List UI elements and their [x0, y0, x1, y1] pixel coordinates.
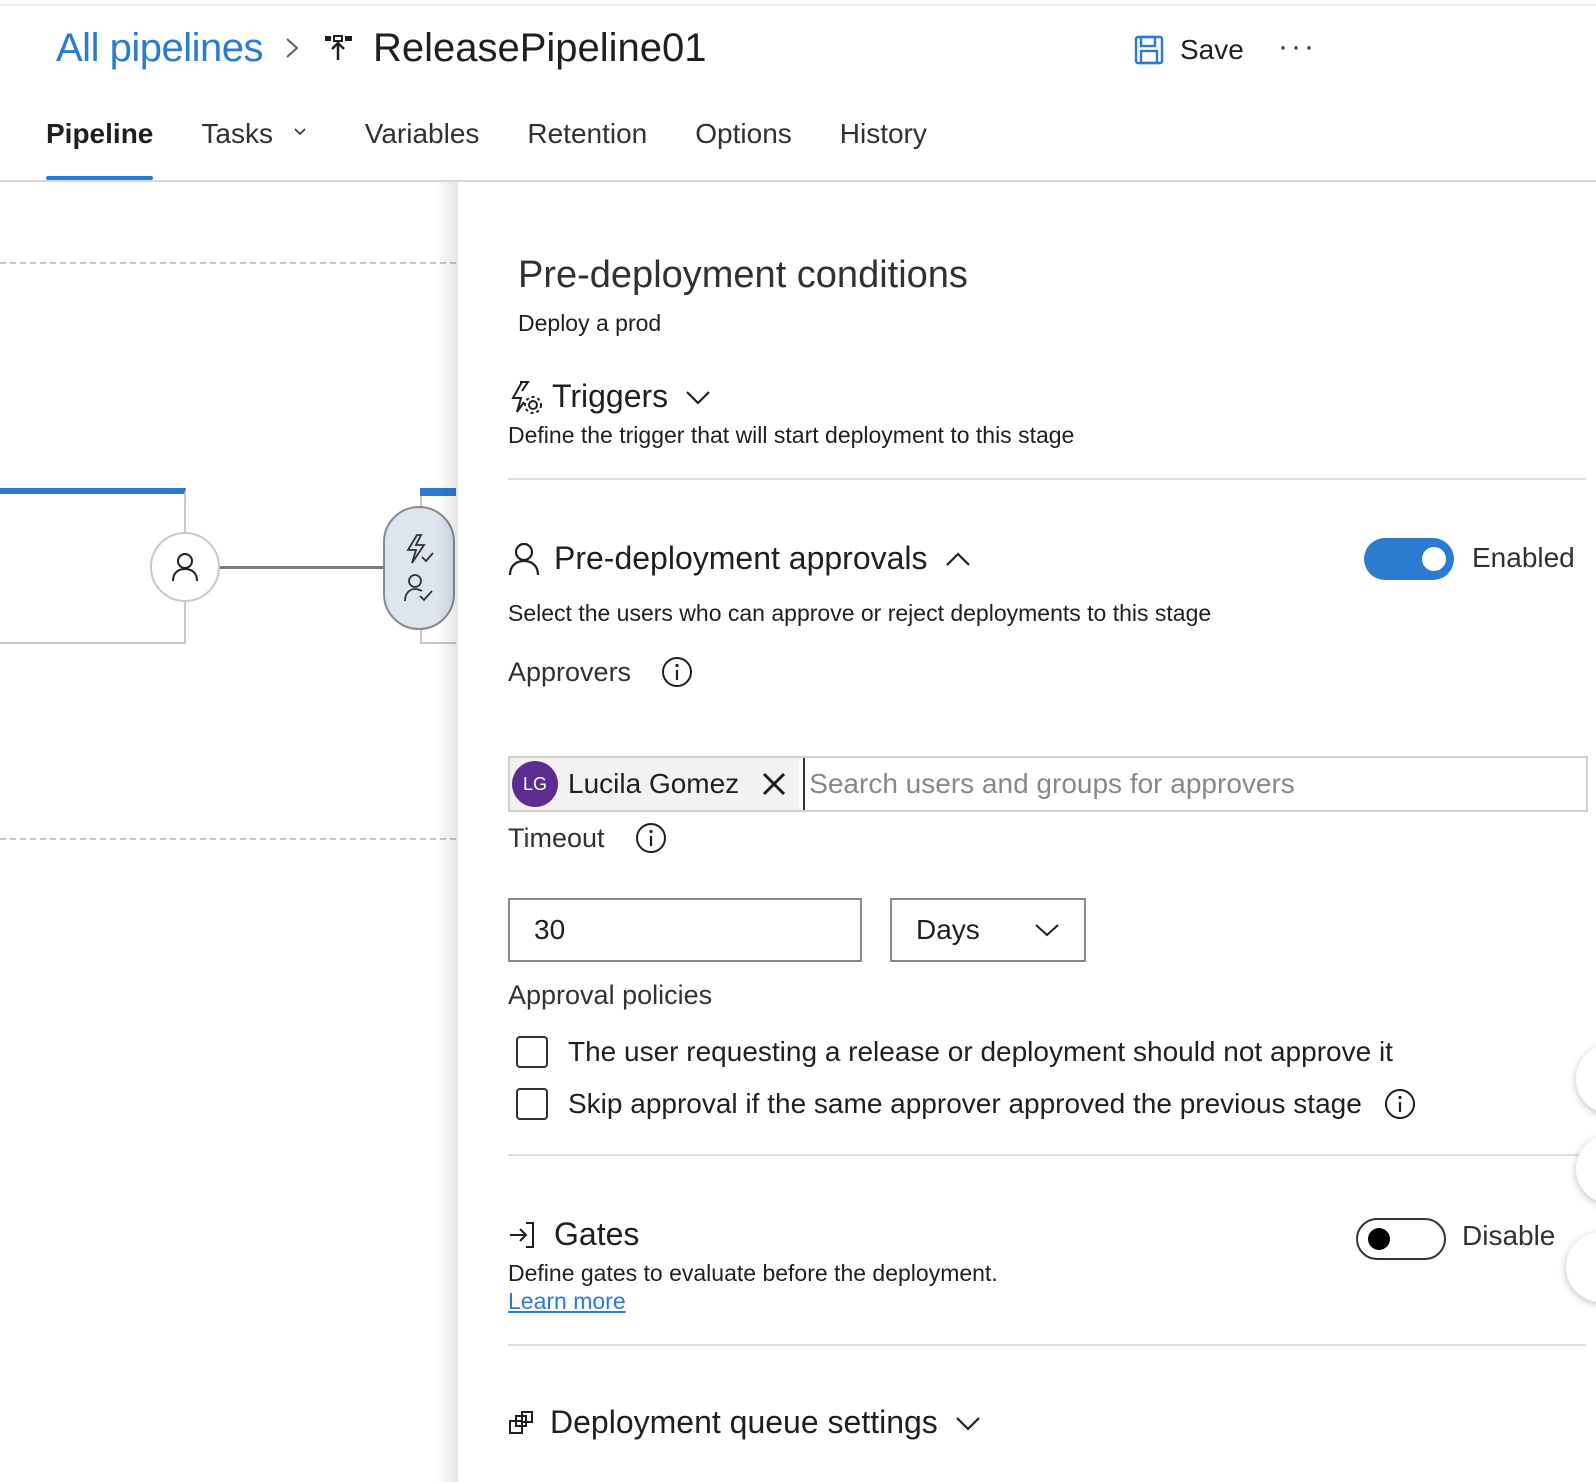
info-icon[interactable]	[635, 822, 667, 854]
tab-label: Variables	[364, 118, 480, 149]
dashed-divider	[0, 262, 456, 264]
approvals-description: Select the users who can approve or reje…	[508, 600, 1212, 626]
pre-deployment-panel: Pre-deployment conditions Deploy a prod …	[458, 182, 1596, 1482]
policy-row: Skip approval if the same approver appro…	[516, 1088, 1416, 1120]
pipeline-title: ReleasePipeline01	[372, 25, 707, 70]
person-icon	[172, 553, 198, 582]
tab-label: Pipeline	[46, 118, 154, 149]
tab-label: History	[839, 118, 927, 149]
tab-options[interactable]: Options	[695, 118, 792, 180]
policy-label: The user requesting a release or deploym…	[568, 1036, 1393, 1067]
avatar: LG	[512, 761, 558, 807]
approvals-title: Pre-deployment approvals	[554, 540, 928, 576]
tab-label: Options	[695, 118, 792, 149]
lightning-check-icon	[406, 534, 434, 564]
gates-title: Gates	[554, 1216, 640, 1252]
approvers-label: Approvers	[508, 656, 693, 688]
close-icon[interactable]	[761, 771, 787, 797]
section-divider	[508, 478, 1586, 480]
tab-bar: Pipeline Tasks Variables Retention Optio…	[46, 118, 975, 180]
section-divider	[508, 1154, 1586, 1156]
approver-name: Lucila Gomez	[568, 768, 740, 799]
dashed-divider	[0, 838, 456, 840]
approval-policies-label: Approval policies	[508, 980, 713, 1010]
approvals-toggle-label: Enabled	[1472, 542, 1575, 573]
chevron-right-icon	[286, 38, 299, 58]
gates-toggle[interactable]	[1356, 1218, 1446, 1260]
chevron-down-icon[interactable]	[954, 1409, 982, 1437]
info-icon[interactable]	[1384, 1088, 1416, 1120]
queue-icon	[509, 1410, 533, 1434]
stage-connector	[220, 566, 384, 569]
trigger-gear-icon	[511, 380, 542, 414]
pipeline-canvas[interactable]	[0, 182, 456, 1482]
gate-icon	[510, 1221, 534, 1248]
learn-more-link[interactable]: Learn more	[508, 1288, 626, 1315]
release-pipeline-icon	[324, 35, 352, 60]
save-label: Save	[1180, 34, 1244, 65]
panel-title: Pre-deployment conditions	[518, 254, 968, 296]
approvers-picker[interactable]: LG Lucila Gomez	[508, 756, 1588, 812]
chevron-down-icon	[1035, 924, 1059, 937]
timeout-unit-dropdown[interactable]: Days	[890, 898, 1086, 962]
triggers-description: Define the trigger that will start deplo…	[508, 422, 1075, 448]
approver-search-input[interactable]	[803, 758, 1586, 810]
top-divider	[0, 4, 1596, 6]
tab-tasks[interactable]: Tasks	[201, 118, 306, 180]
info-icon[interactable]	[661, 656, 693, 688]
person-check-icon	[404, 574, 433, 602]
triggers-title: Triggers	[552, 378, 669, 414]
tab-label: Tasks	[201, 118, 273, 149]
timeout-unit-value: Days	[916, 914, 980, 945]
tab-pipeline[interactable]: Pipeline	[46, 118, 154, 180]
post-deployment-approver-button[interactable]	[150, 532, 220, 602]
gates-description: Define gates to evaluate before the depl…	[508, 1260, 998, 1286]
tab-retention[interactable]: Retention	[527, 118, 647, 180]
person-icon	[508, 542, 540, 575]
toggle-knob	[1422, 547, 1446, 571]
panel-subtitle: Deploy a prod	[518, 310, 662, 336]
timeout-input[interactable]: 30	[508, 898, 862, 962]
tab-variables[interactable]: Variables	[365, 118, 480, 180]
save-button[interactable]: Save	[1134, 34, 1244, 66]
policy-skip-approval-checkbox[interactable]	[516, 1088, 548, 1120]
tab-label: Retention	[527, 118, 648, 149]
timeout-label: Timeout	[508, 822, 667, 854]
panel-shadow	[436, 182, 458, 1482]
section-divider	[508, 1344, 1586, 1346]
breadcrumb: All pipelines ReleasePipeline01	[56, 22, 707, 74]
timeout-label-text: Timeout	[508, 822, 605, 853]
approvals-toggle[interactable]	[1364, 538, 1454, 580]
chevron-down-icon	[294, 128, 306, 136]
policy-no-self-approve-checkbox[interactable]	[516, 1036, 548, 1068]
tab-history[interactable]: History	[840, 118, 927, 180]
gates-toggle-label: Disable	[1462, 1220, 1556, 1251]
approvals-header[interactable]: Pre-deployment approvals	[508, 540, 972, 577]
approver-chip: LG Lucila Gomez	[510, 758, 800, 810]
chevron-up-icon[interactable]	[944, 545, 972, 573]
policy-label: Skip approval if the same approver appro…	[568, 1088, 1362, 1119]
queue-settings-title: Deployment queue settings	[550, 1404, 938, 1440]
toggle-knob	[1368, 1228, 1390, 1250]
more-options-button[interactable]: ···	[1278, 30, 1317, 64]
save-icon	[1134, 35, 1164, 65]
gates-header[interactable]: Gates	[508, 1216, 639, 1253]
triggers-header[interactable]: Triggers	[508, 378, 712, 415]
policy-row: The user requesting a release or deploym…	[516, 1036, 1393, 1068]
approvers-label-text: Approvers	[508, 656, 632, 687]
chevron-down-icon[interactable]	[684, 383, 712, 411]
all-pipelines-link[interactable]: All pipelines	[56, 26, 263, 71]
queue-settings-header[interactable]: Deployment queue settings	[508, 1404, 982, 1441]
